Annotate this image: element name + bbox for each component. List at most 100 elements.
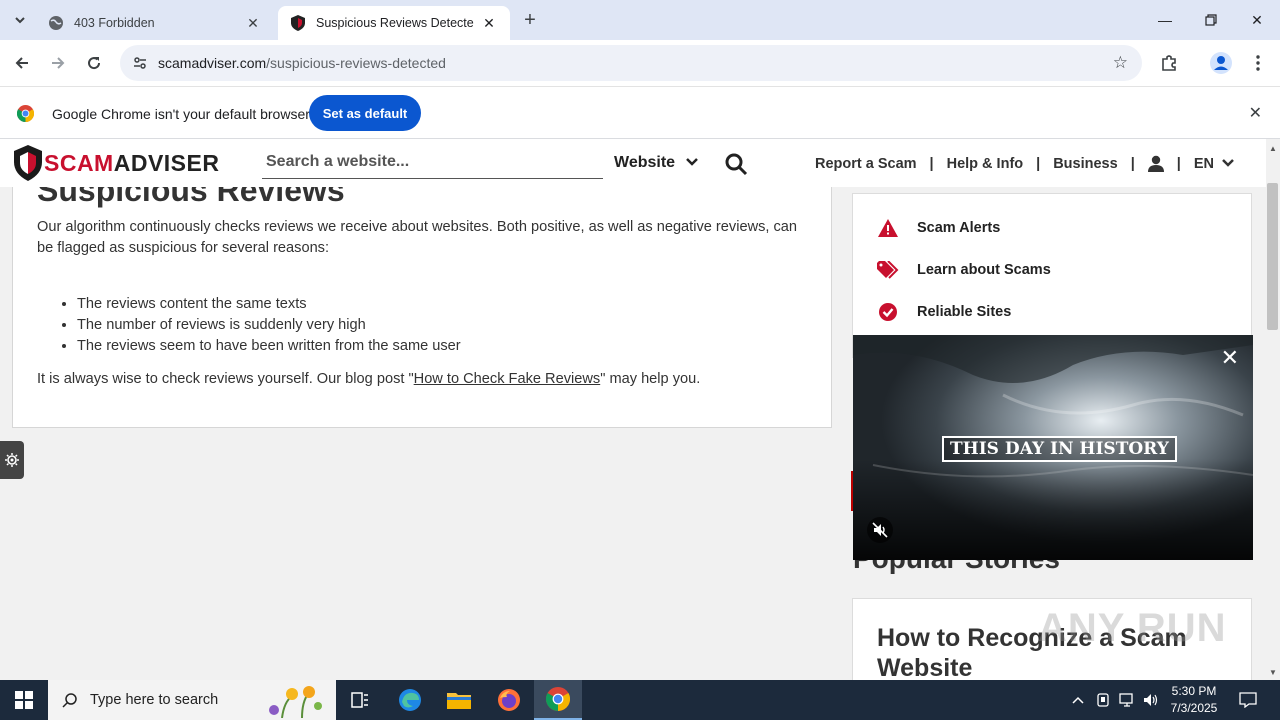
nav-business[interactable]: Business: [1053, 156, 1117, 172]
edge-taskbar-button[interactable]: [386, 680, 434, 720]
notifications-button[interactable]: [1236, 680, 1260, 720]
folder-icon: [447, 693, 471, 709]
video-player-popup[interactable]: ✕ THIS DAY IN HISTORY: [853, 335, 1253, 560]
reload-button[interactable]: [79, 48, 109, 78]
extensions-icon[interactable]: [1154, 48, 1184, 78]
browser-toolbar: scamadviser.com/suspicious-reviews-detec…: [0, 40, 1280, 86]
site-search-input[interactable]: [266, 153, 599, 171]
scamadviser-shield-icon: [14, 145, 42, 181]
sidebar-item-reliable-sites[interactable]: Reliable Sites: [877, 300, 1011, 324]
sidebar-item-label: Learn about Scams: [917, 262, 1051, 278]
arrow-left-icon: [15, 57, 28, 69]
scrollbar-thumb[interactable]: [1267, 183, 1278, 330]
settings-gear-button[interactable]: [0, 441, 24, 479]
sidebar-links-card: Scam Alerts Learn about Scams Reliable S…: [852, 193, 1252, 358]
url-path: /suspicious-reviews-detected: [266, 55, 446, 71]
start-button[interactable]: [0, 680, 48, 720]
restore-button[interactable]: [1188, 0, 1234, 40]
forward-button[interactable]: [43, 48, 73, 78]
tray-network-button[interactable]: [1116, 680, 1138, 720]
arrow-right-icon: [52, 57, 65, 69]
new-tab-button[interactable]: +: [518, 8, 542, 32]
language-label: EN: [1193, 155, 1214, 172]
chevron-up-icon: [1072, 696, 1084, 704]
chrome-taskbar-button[interactable]: [534, 680, 582, 720]
clock-date: 7/3/2025: [1170, 701, 1218, 715]
tab-title: 403 Forbidden: [74, 16, 155, 30]
show-hidden-icons-button[interactable]: [1068, 680, 1088, 720]
site-info-icon[interactable]: [122, 55, 158, 71]
article-intro: Our algorithm continuously checks review…: [37, 219, 798, 256]
page-viewport: SCAMADVISER Website Report a Scam | Help…: [0, 139, 1266, 680]
clock-time: 5:30 PM: [1171, 684, 1217, 698]
site-nav: Report a Scam | Help & Info | Business |…: [815, 155, 1234, 172]
site-header: SCAMADVISER Website Report a Scam | Help…: [0, 139, 1266, 187]
nav-help-info[interactable]: Help & Info: [947, 156, 1024, 172]
scroll-down-arrow-icon[interactable]: ▼: [1269, 668, 1277, 677]
tab-suspicious-reviews[interactable]: Suspicious Reviews Detected - S ✕: [278, 6, 510, 40]
search-icon[interactable]: [724, 152, 748, 176]
reasons-list: The reviews content the same texts The n…: [77, 294, 461, 357]
reload-icon: [88, 57, 101, 70]
notification-icon: [1239, 692, 1257, 708]
close-window-button[interactable]: ✕: [1234, 0, 1280, 40]
taskbar-clock[interactable]: 5:30 PM 7/3/2025: [1160, 683, 1228, 717]
file-explorer-taskbar-button[interactable]: [435, 680, 483, 720]
device-icon: [1097, 693, 1109, 707]
scroll-up-arrow-icon[interactable]: ▲: [1269, 144, 1277, 153]
fake-reviews-blog-link[interactable]: How to Check Fake Reviews: [414, 371, 601, 387]
profile-icon[interactable]: [1206, 48, 1236, 78]
close-tab-icon[interactable]: ✕: [480, 14, 498, 32]
tray-device-button[interactable]: [1092, 680, 1114, 720]
firefox-icon: [498, 689, 520, 711]
restore-icon: [1205, 14, 1217, 26]
search-type-dropdown[interactable]: Website: [614, 154, 698, 172]
set-as-default-button[interactable]: Set as default: [309, 95, 421, 131]
page-scrollbar[interactable]: ▲ ▼: [1266, 139, 1280, 680]
language-selector[interactable]: EN: [1194, 156, 1234, 172]
tab-search-button[interactable]: [8, 8, 32, 32]
unmute-button[interactable]: [867, 517, 893, 543]
infobar-message: Google Chrome isn't your default browser: [52, 106, 310, 122]
chrome-logo-icon: [17, 105, 34, 122]
back-button[interactable]: [7, 48, 37, 78]
search-type-label: Website: [614, 154, 676, 171]
sidebar-item-learn-about-scams[interactable]: Learn about Scams: [877, 258, 1051, 282]
list-item: The reviews content the same texts: [77, 294, 461, 315]
url-text: scamadviser.com/suspicious-reviews-detec…: [158, 55, 446, 71]
user-icon[interactable]: [1147, 155, 1164, 172]
site-search-box: [262, 151, 603, 179]
windows-taskbar: Type here to search 5:30 PM 7/3/2025: [0, 680, 1280, 720]
tab-403-forbidden[interactable]: 403 Forbidden ✕: [36, 6, 274, 40]
minimize-button[interactable]: —: [1142, 0, 1188, 40]
close-video-icon[interactable]: ✕: [1221, 345, 1239, 371]
scamadviser-logo[interactable]: SCAMADVISER: [14, 145, 219, 181]
firefox-taskbar-button[interactable]: [485, 680, 533, 720]
sidebar-item-label: Reliable Sites: [917, 304, 1012, 320]
taskbar-search-box[interactable]: Type here to search: [48, 680, 336, 720]
sidebar-item-label: Scam Alerts: [917, 220, 1001, 236]
sidebar-item-scam-alerts[interactable]: Scam Alerts: [877, 216, 1000, 240]
closing-text-end: " may help you.: [600, 371, 701, 387]
close-tab-icon[interactable]: ✕: [244, 14, 262, 32]
logo-adviser-text: ADVISER: [113, 149, 220, 176]
chevron-down-icon: [15, 17, 25, 24]
logo-scam-text: SCAM: [44, 149, 114, 176]
tab-title: Suspicious Reviews Detected - S: [316, 16, 474, 30]
globe-icon: [48, 15, 64, 31]
task-view-button[interactable]: [336, 680, 384, 720]
edge-icon: [399, 689, 421, 711]
tags-icon: [877, 259, 899, 281]
default-browser-infobar: Google Chrome isn't your default browser…: [0, 86, 1280, 139]
tray-volume-button[interactable]: [1140, 680, 1162, 720]
address-bar[interactable]: scamadviser.com/suspicious-reviews-detec…: [120, 45, 1142, 81]
menu-kebab-icon[interactable]: [1243, 48, 1273, 78]
nav-report-scam[interactable]: Report a Scam: [815, 156, 917, 172]
article-card: Suspicious Reviews Our algorithm continu…: [12, 159, 832, 428]
close-infobar-icon[interactable]: ✕: [1249, 103, 1262, 123]
bookmark-star-icon[interactable]: ☆: [1113, 53, 1128, 73]
closing-text-start: It is always wise to check reviews yours…: [37, 371, 414, 387]
muted-speaker-icon: [872, 522, 888, 538]
taskbar-search-placeholder: Type here to search: [90, 692, 219, 708]
url-host: scamadviser.com: [158, 55, 267, 71]
